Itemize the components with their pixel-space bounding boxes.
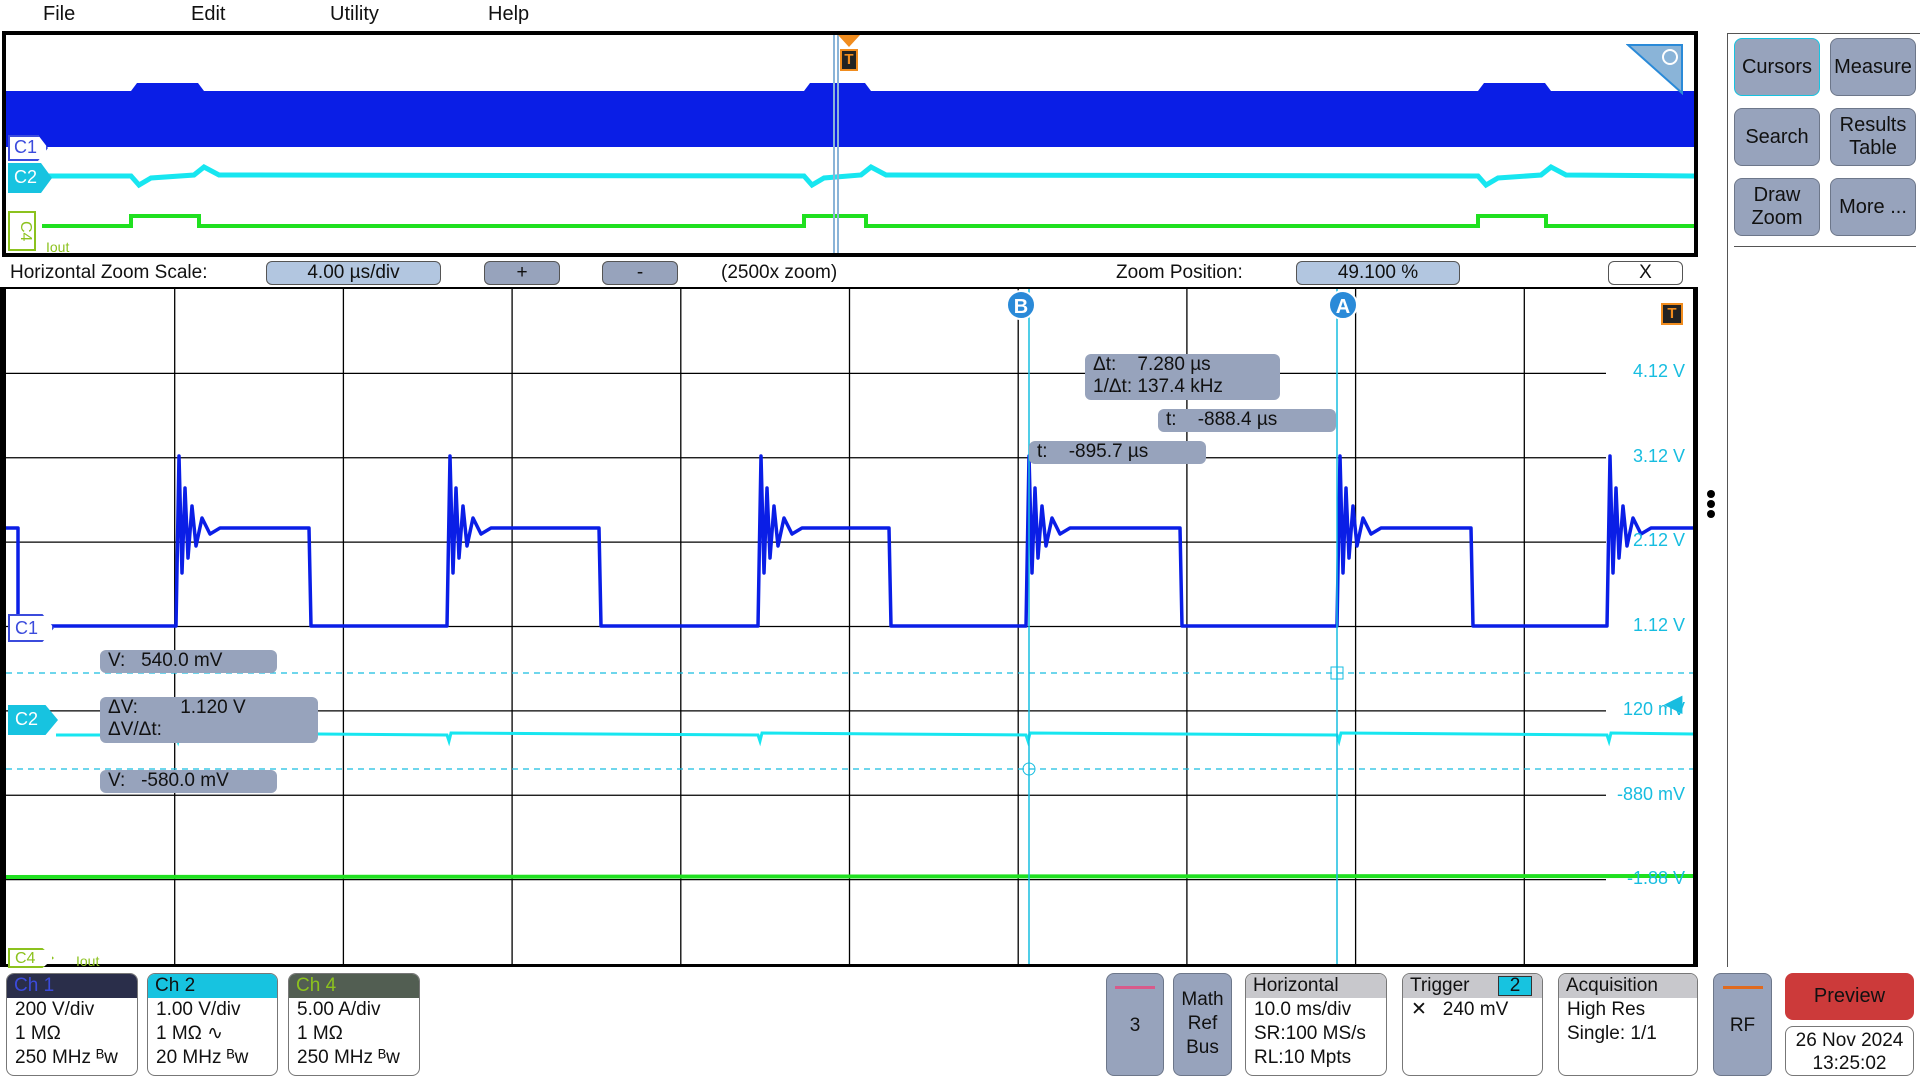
volt-label-4: 1.12 V <box>1632 615 1685 635</box>
ch4-impedance: 1 MΩ <box>297 1023 343 1044</box>
ch1-scale: 200 V/div <box>15 999 95 1020</box>
rf-button[interactable]: RF <box>1713 973 1772 1076</box>
sidebar-collapse-handle-icon[interactable] <box>1707 490 1717 518</box>
trigger-level: 240 mV <box>1442 999 1509 1020</box>
ch1-impedance: 1 MΩ <box>15 1023 61 1044</box>
ch2-badge[interactable]: Ch 2 1.00 V/div 1 MΩ ∿ 20 MHz ᴮw <box>147 973 278 1076</box>
plot-traces <box>6 289 1693 964</box>
c2-offset-arrow-icon[interactable]: ◀ <box>1664 692 1682 716</box>
overview-trigger-marker: T <box>838 35 860 75</box>
ch4-bandwidth: 250 MHz ᴮw <box>297 1047 400 1068</box>
cursors-button[interactable]: Cursors <box>1734 38 1820 96</box>
volt-label-2: 3.12 V <box>1632 446 1685 466</box>
ch3-color-bar <box>1115 986 1155 989</box>
c4-trace <box>6 874 1693 879</box>
ch2-bandwidth: 20 MHz ᴮw <box>156 1047 249 1068</box>
measure-button[interactable]: Measure <box>1830 38 1916 96</box>
acquisition-title: Acquisition <box>1559 974 1697 998</box>
right-sidebar: Cursors Measure Search Results Table Dra… <box>1727 33 1920 967</box>
overview-zoom-icon[interactable] <box>1626 41 1686 97</box>
ch4-scale: 5.00 A/div <box>297 999 381 1020</box>
ch4-badge[interactable]: Ch 4 5.00 A/div 1 MΩ 250 MHz ᴮw <box>288 973 420 1076</box>
horizontal-badge[interactable]: Horizontal 10.0 ms/div SR:100 MS/s RL:10… <box>1245 973 1387 1076</box>
zoom-scale-label: Horizontal Zoom Scale: <box>10 262 208 283</box>
trigger-source: 2 <box>1498 976 1532 996</box>
horizontal-title: Horizontal <box>1246 974 1386 998</box>
c4-iout-label: Iout <box>76 953 100 969</box>
cursor-b-voltage-readout[interactable]: V: -580.0 mV <box>100 770 277 793</box>
menu-help[interactable]: Help <box>488 3 529 26</box>
volt-label-3: 2.12 V <box>1632 530 1685 550</box>
cursor-b-handle[interactable]: B <box>1006 290 1036 320</box>
menu-file[interactable]: File <box>43 3 75 26</box>
math-ref-bus-button[interactable]: Math Ref Bus <box>1173 973 1232 1076</box>
sample-rate: SR:100 MS/s <box>1254 1023 1366 1044</box>
trigger-title: Trigger <box>1410 975 1470 996</box>
acquisition-badge[interactable]: Acquisition High Res Single: 1/1 <box>1558 973 1698 1076</box>
zoom-out-button[interactable]: - <box>602 261 678 285</box>
date-time[interactable]: 26 Nov 2024 13:25:02 <box>1785 1026 1914 1076</box>
menu-utility[interactable]: Utility <box>330 3 379 26</box>
record-length: RL:10 Mpts <box>1254 1047 1352 1068</box>
ch1-title: Ch 1 <box>7 974 137 998</box>
cursor-a-handle[interactable]: A <box>1328 290 1358 320</box>
trigger-position-marker: T <box>1661 303 1683 325</box>
overview-c2-trace <box>36 164 1694 189</box>
ch2-scale: 1.00 V/div <box>156 999 241 1020</box>
add-channel-3-button[interactable]: 3 <box>1106 973 1164 1076</box>
results-table-button[interactable]: Results Table <box>1830 108 1916 166</box>
rf-color-bar <box>1722 986 1763 989</box>
search-button[interactable]: Search <box>1734 108 1820 166</box>
zoom-factor: (2500x zoom) <box>721 262 838 283</box>
overview-c4-trace <box>42 214 1694 228</box>
time: 13:25:02 <box>1812 1053 1887 1074</box>
overview-iout-label: Iout <box>46 239 70 255</box>
ch2-title: Ch 2 <box>148 974 277 998</box>
volt-label-7: -1.88 V <box>1626 868 1685 888</box>
acquisition-mode: High Res <box>1567 999 1646 1020</box>
acquisition-count: Single: 1/1 <box>1567 1023 1657 1044</box>
delta-v-readout[interactable]: ΔV: 1.120 V ΔV/Δt: <box>100 697 318 743</box>
volt-label-6: -880 mV <box>1616 784 1685 804</box>
zoom-bar: Horizontal Zoom Scale: 4.00 µs/div + - (… <box>0 257 1698 289</box>
volt-label-1: 4.12 V <box>1632 361 1685 381</box>
draw-zoom-button[interactable]: Draw Zoom <box>1734 178 1820 236</box>
zoom-in-button[interactable]: + <box>484 261 560 285</box>
zoom-position-field[interactable]: 49.100 % <box>1296 261 1460 285</box>
zoom-close-button[interactable]: X <box>1608 261 1683 285</box>
zoom-position-label: Zoom Position: <box>1116 262 1243 283</box>
cursor-a-time-readout[interactable]: t: -888.4 µs <box>1158 409 1336 432</box>
date: 26 Nov 2024 <box>1795 1030 1904 1051</box>
more-button[interactable]: More ... <box>1830 178 1916 236</box>
zoom-scale-field[interactable]: 4.00 µs/div <box>266 261 441 285</box>
ch1-bandwidth: 250 MHz ᴮw <box>15 1047 118 1068</box>
trigger-header: Trigger 2 <box>1403 974 1542 998</box>
menu-bar: File Edit Utility Help <box>0 0 1920 30</box>
ch1-badge[interactable]: Ch 1 200 V/div 1 MΩ 250 MHz ᴮw <box>6 973 138 1076</box>
ch4-title: Ch 4 <box>289 974 419 998</box>
cursor-a-voltage-readout[interactable]: V: 540.0 mV <box>100 650 277 673</box>
menu-edit[interactable]: Edit <box>191 3 225 26</box>
edge-either-icon: ✕ <box>1411 999 1427 1020</box>
sidebar-divider <box>1734 246 1916 247</box>
cursor-b-time-readout[interactable]: t: -895.7 µs <box>1029 441 1206 464</box>
ch2-impedance: 1 MΩ ∿ <box>156 1023 224 1044</box>
preview-button[interactable]: Preview <box>1785 973 1914 1020</box>
overview-c4-label[interactable]: C4 <box>8 211 36 251</box>
trigger-badge[interactable]: Trigger 2 ✕ 240 mV <box>1402 973 1543 1076</box>
overview-waveform[interactable]: T C1 C2 C4 Iout <box>2 31 1698 257</box>
delta-t-readout[interactable]: Δt: 7.280 µs 1/Δt: 137.4 kHz <box>1085 354 1280 400</box>
overview-c1-trace <box>6 83 1694 147</box>
horizontal-scale: 10.0 ms/div <box>1254 999 1352 1020</box>
zoomed-waveform-plot[interactable]: B A T 4.12 V 3.12 V 2.12 V 1.12 V 120 mV… <box>0 289 1698 969</box>
